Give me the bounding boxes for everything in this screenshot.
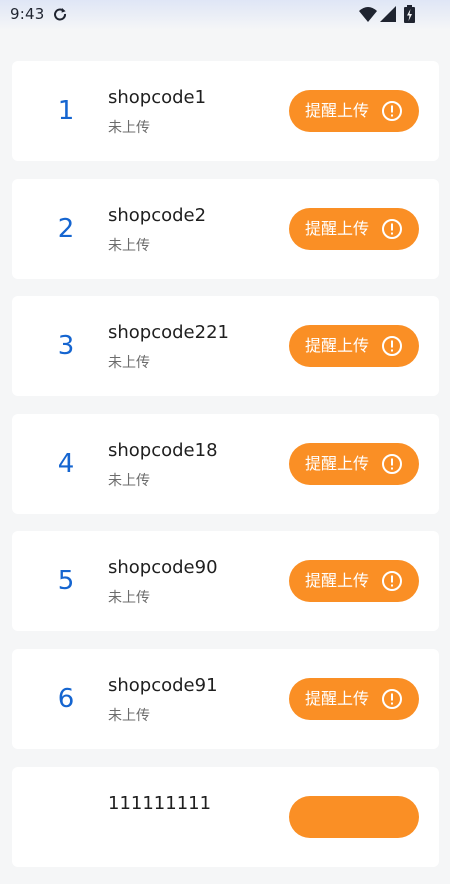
- upload-status: 未上传: [108, 707, 150, 724]
- shop-card: 5 shopcode90 未上传 提醒上传: [12, 531, 439, 632]
- wifi-icon: [359, 7, 377, 22]
- alert-icon: [382, 571, 402, 592]
- shop-card: 111111111: [12, 766, 439, 867]
- alert-icon: [382, 218, 402, 239]
- alert-icon: [382, 453, 402, 474]
- shop-code: shopcode90: [108, 557, 218, 579]
- remind-upload-button[interactable]: 提醒上传: [289, 90, 419, 132]
- shop-index: 5: [57, 566, 75, 597]
- shop-index: 2: [57, 213, 75, 244]
- shop-code: shopcode1: [108, 87, 207, 108]
- alert-icon: [382, 101, 402, 121]
- remind-upload-label: 提醒上传: [305, 453, 370, 473]
- remind-upload-label: 提醒上传: [305, 571, 370, 591]
- upload-status: 未上传: [108, 120, 150, 136]
- remind-upload-label: 提醒上传: [305, 688, 370, 708]
- shop-index: [42, 767, 90, 867]
- shop-index: 4: [57, 448, 75, 479]
- alert-icon: [382, 688, 402, 709]
- shop-card: 6 shopcode91 未上传 提醒上传: [12, 648, 439, 749]
- remind-upload-label: 提醒上传: [305, 336, 370, 356]
- shop-code: shopcode221: [108, 322, 229, 344]
- sync-icon: [54, 8, 67, 21]
- shop-index: 3: [57, 331, 75, 362]
- upload-status: 未上传: [108, 355, 150, 372]
- shop-code: shopcode18: [108, 439, 218, 461]
- remind-upload-button[interactable]: 提醒上传: [289, 560, 419, 603]
- shop-card: 4 shopcode18 未上传 提醒上传: [12, 413, 439, 514]
- upload-status: 未上传: [108, 472, 150, 489]
- remind-upload-label: 提醒上传: [305, 218, 370, 238]
- shop-code: shopcode2: [108, 204, 207, 226]
- remind-upload-button[interactable]: 提醒上传: [289, 442, 419, 485]
- remind-upload-button[interactable]: 提醒上传: [289, 207, 419, 250]
- remind-upload-button[interactable]: [289, 795, 419, 838]
- shop-list: 1 shopcode1 未上传 提醒上传 2 shopcode2 未上传 提醒上…: [0, 61, 450, 884]
- shop-code: shopcode91: [108, 674, 218, 696]
- remind-upload-button[interactable]: 提醒上传: [289, 677, 419, 720]
- remind-upload-label: 提醒上传: [305, 101, 370, 120]
- shop-card: 3 shopcode221 未上传 提醒上传: [12, 296, 439, 397]
- status-bar: 9:43: [0, 0, 450, 30]
- shop-index: 6: [57, 683, 75, 714]
- shop-code: 111111111: [108, 792, 212, 814]
- signal-icon: [380, 6, 396, 22]
- battery-icon: [404, 5, 415, 23]
- shop-index: 1: [57, 96, 75, 126]
- upload-status: 未上传: [108, 590, 150, 607]
- shop-card: 2 shopcode2 未上传 提醒上传: [12, 178, 439, 279]
- shop-card: 1 shopcode1 未上传 提醒上传: [12, 61, 439, 161]
- status-time: 9:43: [10, 5, 45, 23]
- alert-icon: [382, 336, 402, 357]
- upload-status: 未上传: [108, 237, 150, 254]
- remind-upload-button[interactable]: 提醒上传: [289, 325, 419, 368]
